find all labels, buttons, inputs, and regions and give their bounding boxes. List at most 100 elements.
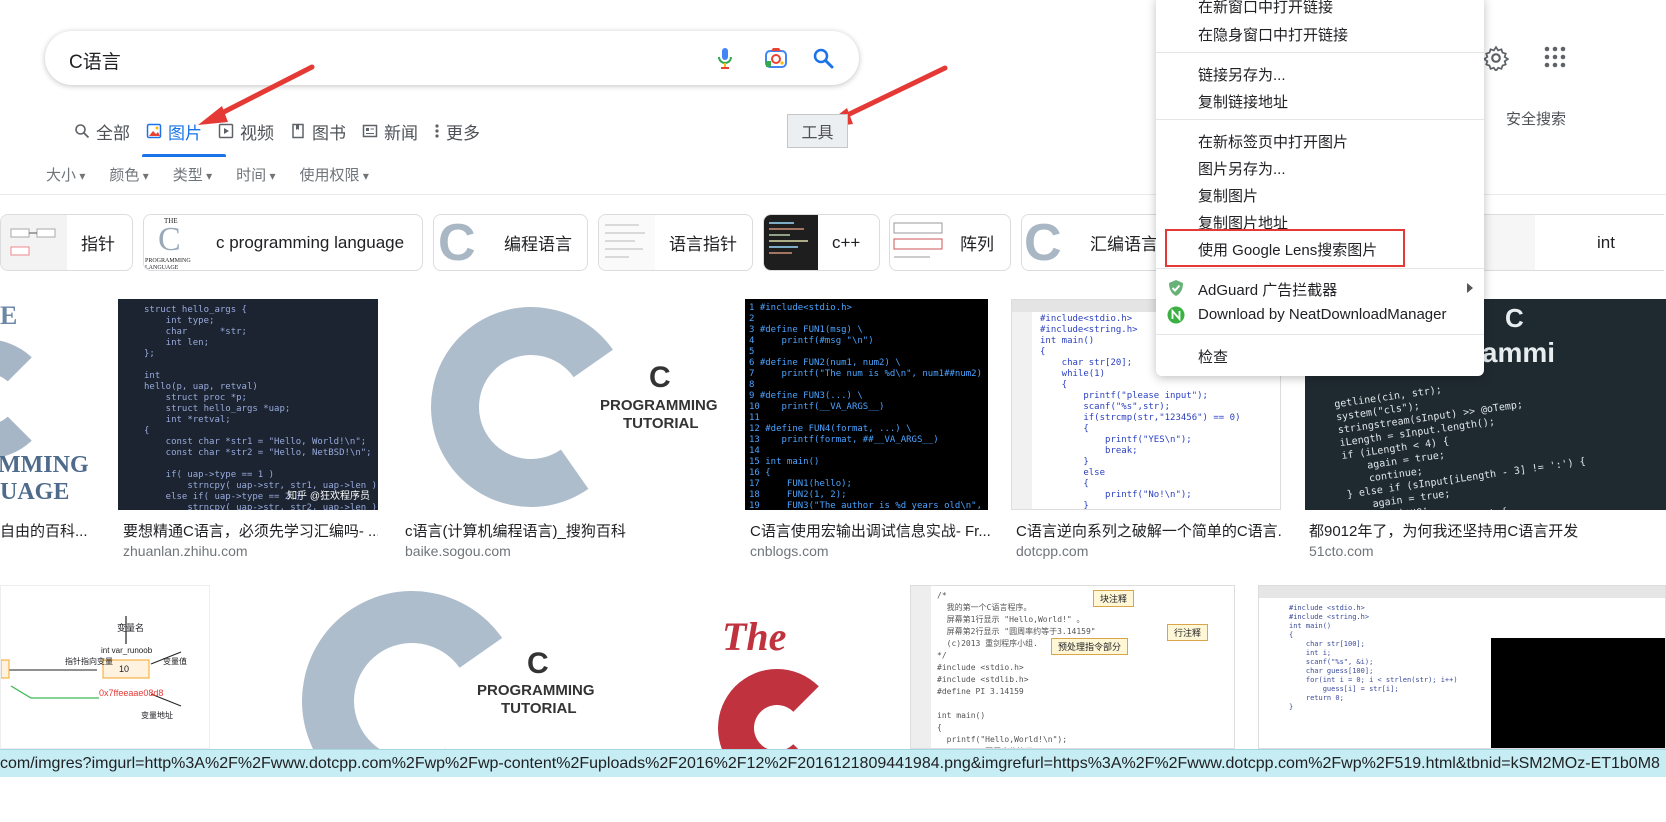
- filter-color[interactable]: 颜色: [109, 164, 148, 185]
- related-chip[interactable]: C 编程语言: [433, 214, 588, 271]
- filter-type[interactable]: 类型: [173, 164, 212, 185]
- image-icon: [146, 123, 162, 139]
- safesearch-link[interactable]: 安全搜索: [1506, 108, 1566, 129]
- chip-thumbnail: [1, 215, 67, 270]
- ide-gutter: [1012, 312, 1032, 509]
- chip-label: c++: [832, 232, 861, 252]
- menu-item-open-incognito[interactable]: 在隐身窗口中打开链接: [1198, 24, 1348, 45]
- image-text: TUTORIAL: [501, 700, 577, 717]
- tab-videos[interactable]: 视频: [210, 116, 282, 146]
- result-image[interactable]: E MMING UAGE: [0, 299, 95, 510]
- related-chip[interactable]: int: [1478, 214, 1664, 271]
- tab-books[interactable]: 图书: [282, 116, 354, 146]
- tab-label: 图书: [312, 123, 346, 143]
- image-text: E: [0, 301, 18, 330]
- image-text: UAGE: [0, 479, 70, 505]
- code-snippet: 1 #include<stdio.h> 2 3 #define FUN1(msg…: [749, 303, 988, 510]
- tab-label: 图片: [168, 123, 202, 143]
- book-icon: [292, 123, 304, 139]
- search-tabs: 全部 图片 视频 图书 新闻 更多: [66, 116, 488, 156]
- related-chip[interactable]: 阵列: [889, 214, 1011, 271]
- result-source[interactable]: dotcpp.com: [1016, 543, 1088, 559]
- search-box[interactable]: C语言: [45, 31, 859, 85]
- result-source[interactable]: cnblogs.com: [750, 543, 829, 559]
- google-lens-icon[interactable]: [764, 46, 788, 70]
- chip-thumbnail: THE C PROGRAMMING LANGUAGE: [144, 215, 202, 270]
- related-chip[interactable]: THE C PROGRAMMING LANGUAGE c programming…: [143, 214, 423, 271]
- ide-toolbar: [1259, 586, 1665, 598]
- settings-gear-icon[interactable]: [1483, 45, 1509, 71]
- menu-item-adguard[interactable]: AdGuard 广告拦截器: [1198, 279, 1337, 300]
- result-caption[interactable]: 自由的百科...: [0, 520, 100, 541]
- tab-label: 更多: [446, 123, 480, 143]
- annotation-bubble: 块注释: [1093, 590, 1135, 607]
- chip-thumbnail: [890, 215, 946, 270]
- context-menu: 在新窗口中打开链接 在隐身窗口中打开链接 链接另存为... 复制链接地址 在新标…: [1156, 0, 1484, 376]
- result-image[interactable]: 变量名 指针指向变量 int var_runoob 10 变量值 0x7ffee…: [0, 585, 210, 749]
- menu-item-save-image-as[interactable]: 图片另存为...: [1198, 158, 1286, 179]
- result-source[interactable]: 51cto.com: [1309, 543, 1374, 559]
- annotation-bubble: 预处理指令部分: [1051, 638, 1129, 655]
- image-text: TUTORIAL: [623, 415, 699, 432]
- search-icon: [75, 124, 90, 139]
- search-query[interactable]: C语言: [69, 47, 121, 74]
- result-image[interactable]: The: [650, 585, 887, 749]
- menu-item-neatdownloadmanager[interactable]: Download by NeatDownloadManager: [1198, 306, 1446, 323]
- tab-all[interactable]: 全部: [66, 116, 138, 146]
- chip-thumbnail: C: [1022, 215, 1078, 270]
- diagram-label: 变量地址: [141, 711, 173, 720]
- red-c-shape: [718, 669, 836, 749]
- filter-size[interactable]: 大小: [46, 164, 85, 185]
- result-image[interactable]: struct hello_args { int type; char *str;…: [118, 299, 378, 510]
- tab-images[interactable]: 图片: [138, 116, 210, 146]
- menu-separator: [1156, 334, 1484, 335]
- result-image[interactable]: #include <stdio.h> #include <string.h> i…: [1258, 585, 1666, 749]
- code-snippet: #include <stdio.h> #include <string.h> i…: [1289, 604, 1458, 711]
- tab-news[interactable]: 新闻: [354, 116, 426, 146]
- tab-more[interactable]: 更多: [426, 116, 488, 146]
- result-source[interactable]: zhuanlan.zhihu.com: [123, 543, 248, 559]
- diagram-label: 10: [119, 664, 130, 674]
- menu-item-open-image-new-tab[interactable]: 在新标签页中打开图片: [1198, 131, 1348, 152]
- apps-grid-icon[interactable]: [1544, 46, 1566, 68]
- menu-item-save-link-as[interactable]: 链接另存为...: [1198, 64, 1286, 85]
- menu-item-copy-link-address[interactable]: 复制链接地址: [1198, 91, 1288, 112]
- chip-label: c programming language: [216, 232, 405, 252]
- chip-thumbnail: [1479, 215, 1535, 270]
- chip-label: 阵列: [960, 235, 994, 254]
- result-image[interactable]: C PROGRAMMING TUTORIAL: [401, 299, 722, 510]
- image-text: PROGRAMMING: [600, 397, 718, 414]
- result-caption[interactable]: 都9012年了，为何我还坚持用C语言开发: [1309, 520, 1666, 541]
- filter-bar: 大小 颜色 类型 时间 使用权限: [46, 164, 369, 185]
- result-source[interactable]: baike.sogou.com: [405, 543, 511, 559]
- menu-item-open-new-window[interactable]: 在新窗口中打开链接: [1198, 0, 1333, 17]
- result-caption[interactable]: C语言逆向系列之破解一个简单的C语言...: [1016, 520, 1281, 541]
- neatdownloadmanager-icon: [1167, 306, 1185, 324]
- big-c-shape: [0, 339, 50, 459]
- result-caption[interactable]: c语言(计算机编程语言)_搜狗百科: [405, 520, 725, 541]
- tools-button[interactable]: 工具: [787, 114, 848, 148]
- code-snippet: getline(cin, str); system("cls"); string…: [1333, 384, 1587, 510]
- result-caption[interactable]: C语言使用宏输出调试信息实战- Fr...: [750, 520, 990, 541]
- menu-item-copy-image[interactable]: 复制图片: [1198, 185, 1258, 206]
- result-image[interactable]: C PROGRAMMING TUTORIAL: [247, 585, 627, 749]
- chip-thumbnail: [599, 215, 655, 270]
- word-cloud-c-shape: [284, 585, 540, 749]
- more-dots-icon: [435, 124, 439, 138]
- diagram-label: 指针指向变量: [65, 657, 113, 666]
- line-gutter: [911, 586, 931, 748]
- link-status-bar: com/imgres?imgurl=http%3A%2F%2Fwww.dotcp…: [0, 749, 1666, 777]
- console-window: [1491, 638, 1665, 748]
- result-caption[interactable]: 要想精通C语言，必须先学习汇编吗- ...: [123, 520, 378, 541]
- related-chip[interactable]: 指针: [0, 214, 133, 271]
- filter-usage-rights[interactable]: 使用权限: [300, 164, 369, 185]
- related-chip[interactable]: 语言指针: [598, 214, 753, 271]
- microphone-icon[interactable]: [713, 46, 737, 70]
- related-chip[interactable]: c++: [763, 214, 880, 271]
- result-image[interactable]: /* 我的第一个C语言程序。 屏幕第1行显示 "Hello,World!" 。 …: [910, 585, 1235, 749]
- tab-label: 全部: [96, 123, 130, 143]
- result-image[interactable]: 1 #include<stdio.h> 2 3 #define FUN1(msg…: [745, 299, 988, 510]
- filter-time[interactable]: 时间: [236, 164, 275, 185]
- menu-item-inspect[interactable]: 检查: [1198, 346, 1228, 367]
- submenu-arrow-icon: [1467, 283, 1473, 293]
